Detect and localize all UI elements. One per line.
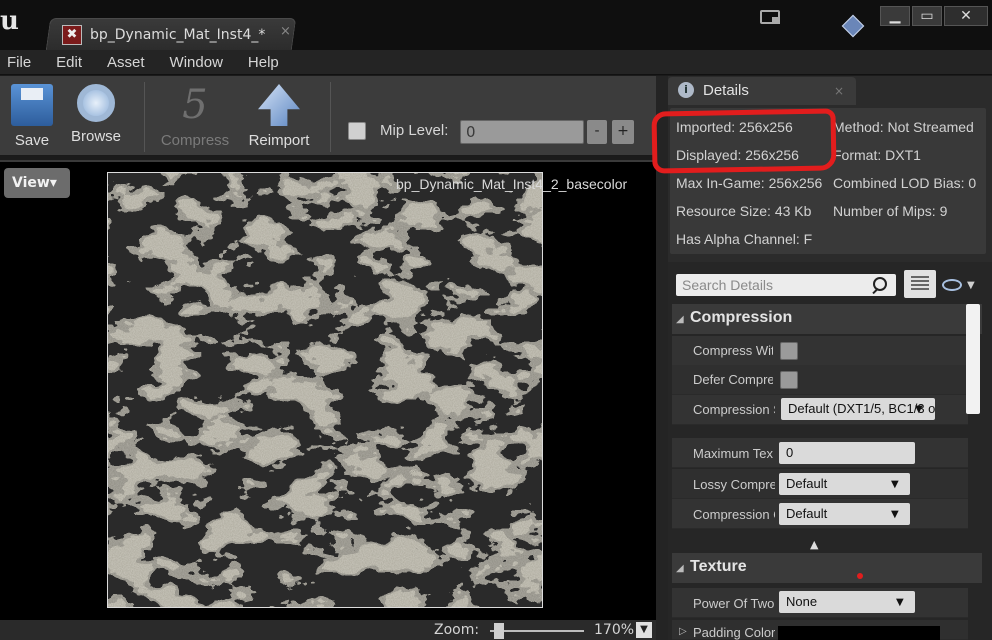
- compress-without-alpha-checkbox[interactable]: [780, 342, 798, 360]
- compression-category-title: Compression: [690, 309, 793, 326]
- details-tab-title: Details: [703, 82, 749, 99]
- mip-level-increment-button[interactable]: +: [612, 120, 634, 144]
- menu-window[interactable]: Window: [170, 54, 223, 71]
- info-num-mips: Number of Mips: 9: [833, 203, 948, 219]
- view-menu-button[interactable]: View▾: [4, 168, 70, 198]
- property-label: Padding Color: [693, 625, 775, 640]
- max-texture-size-input[interactable]: 0: [779, 442, 915, 464]
- dropdown-arrow-icon: ▼: [891, 479, 899, 490]
- info-lod-bias: Combined LOD Bias: 0: [833, 175, 977, 191]
- info-method: Method: Not Streamed: [833, 119, 974, 135]
- save-icon: [11, 84, 53, 126]
- menu-asset[interactable]: Asset: [107, 54, 145, 71]
- compression-settings-dropdown[interactable]: Default (DXT1/5, BC1/3 on DX11): [781, 398, 935, 420]
- power-of-two-value: None: [786, 594, 818, 609]
- menu-edit[interactable]: Edit: [56, 54, 82, 71]
- property-label: Compress Wit: [693, 343, 773, 358]
- magnifier-icon: [77, 84, 115, 122]
- info-icon: i: [678, 82, 694, 98]
- camouflage-texture-image: [108, 173, 542, 607]
- eye-icon[interactable]: [942, 279, 962, 291]
- menu-bar: File Edit Asset Window Help: [0, 50, 992, 75]
- chevron-down-icon[interactable]: ▼: [967, 280, 975, 291]
- zoom-label: Zoom:: [434, 622, 480, 638]
- reimport-button[interactable]: Reimport: [244, 78, 314, 152]
- mip-level-decrement-button[interactable]: -: [587, 120, 607, 144]
- dropdown-arrow-icon: ▼: [891, 509, 899, 520]
- details-scrollbar[interactable]: [966, 304, 980, 414]
- zoom-slider-track[interactable]: [490, 630, 584, 632]
- property-row-defer-compression: Defer Compre: [672, 365, 968, 395]
- texture-category-title: Texture: [690, 558, 747, 575]
- texture-preview[interactable]: [107, 172, 543, 608]
- menu-file[interactable]: File: [7, 54, 31, 71]
- lossy-compression-value: Default: [786, 476, 828, 491]
- compress-label: Compress: [160, 132, 230, 149]
- save-label: Save: [14, 132, 50, 149]
- info-resource-size: Resource Size: 43 Kb: [676, 203, 812, 219]
- reimport-icon: [258, 84, 300, 126]
- info-format: Format: DXT1: [833, 147, 921, 163]
- defer-compression-checkbox[interactable]: [780, 371, 798, 389]
- document-tab-content[interactable]: ✖ bp_Dynamic_Mat_Inst4_*: [62, 22, 265, 48]
- dropdown-arrow-icon: ▼: [915, 404, 923, 415]
- padding-color-swatch[interactable]: [778, 626, 940, 640]
- property-label: Compression Q: [693, 507, 775, 522]
- minimize-button[interactable]: ▁: [880, 6, 910, 26]
- save-button[interactable]: Save: [0, 78, 64, 152]
- property-label: Maximum Tex: [693, 446, 773, 461]
- power-of-two-dropdown[interactable]: None: [779, 591, 915, 613]
- property-row-max-texture-size: Maximum Tex 0: [672, 438, 968, 468]
- grid-icon: [911, 276, 929, 292]
- dropdown-arrow-icon: ▼: [896, 597, 904, 608]
- advanced-toggle-arrow-icon[interactable]: ▲: [810, 538, 824, 551]
- compression-quality-value: Default: [786, 506, 828, 521]
- zoom-dropdown-button[interactable]: ▼: [636, 622, 652, 638]
- browse-button[interactable]: Browse: [64, 78, 128, 152]
- content-browser-icon-detail: [772, 17, 780, 24]
- expand-arrow-icon[interactable]: ▷: [679, 626, 687, 637]
- mip-level-checkbox[interactable]: [348, 122, 366, 140]
- close-window-button[interactable]: ✕: [944, 6, 988, 26]
- texture-name-label: bp_Dynamic_Mat_Inst4_2_basecolor: [396, 176, 628, 192]
- property-row-compression-quality: Compression Q Default ▼: [672, 499, 968, 529]
- browse-label: Browse: [70, 128, 122, 145]
- info-max-in-game: Max In-Game: 256x256: [676, 175, 823, 191]
- mip-level-label: Mip Level:: [380, 122, 449, 139]
- document-tab-title: bp_Dynamic_Mat_Inst4_*: [90, 27, 266, 43]
- collapse-arrow-icon: ◢: [676, 314, 684, 325]
- collapse-arrow-icon: ◢: [676, 563, 684, 574]
- toolbar-separator: [144, 82, 145, 152]
- details-tab[interactable]: [668, 77, 856, 105]
- maximize-button[interactable]: ▭: [912, 6, 942, 26]
- zoom-slider-handle[interactable]: [494, 623, 504, 639]
- info-has-alpha: Has Alpha Channel: F: [676, 231, 813, 247]
- property-row-compression-settings: Compression S Default (DXT1/5, BC1/3 on …: [672, 395, 968, 425]
- compress-icon: 5: [182, 82, 208, 128]
- property-row-power-of-two: Power Of Two None ▼: [672, 588, 968, 618]
- toolbar-separator: [330, 82, 331, 152]
- red-highlight-annotation: [651, 108, 837, 174]
- property-row-lossy-compression: Lossy Compre Default ▼: [672, 469, 968, 499]
- property-label: Power Of Two: [693, 596, 775, 611]
- compress-button[interactable]: 5 Compress: [160, 78, 230, 152]
- zoom-value: 170%: [594, 622, 635, 638]
- texture-category-header[interactable]: ◢ Texture: [672, 553, 982, 583]
- property-row-compress-without-alpha: Compress Wit: [672, 336, 968, 366]
- search-details-input[interactable]: Search Details: [676, 274, 896, 296]
- red-dot-annotation: [857, 573, 863, 579]
- menu-help[interactable]: Help: [248, 54, 279, 71]
- tab-close-icon[interactable]: ×: [280, 24, 291, 39]
- property-label: Lossy Compre: [693, 477, 775, 492]
- reimport-label: Reimport: [248, 132, 310, 149]
- property-label: Compression S: [693, 402, 775, 417]
- compression-settings-value: Default (DXT1/5, BC1/3 on DX11): [788, 401, 935, 416]
- unreal-logo-icon: u: [0, 6, 19, 36]
- mip-level-input[interactable]: 0: [460, 120, 584, 144]
- compression-category-header[interactable]: ◢ Compression: [672, 304, 982, 334]
- details-tab-close-icon[interactable]: ×: [834, 84, 844, 98]
- material-instance-icon: ✖: [62, 25, 82, 45]
- property-label: Defer Compre: [693, 372, 773, 387]
